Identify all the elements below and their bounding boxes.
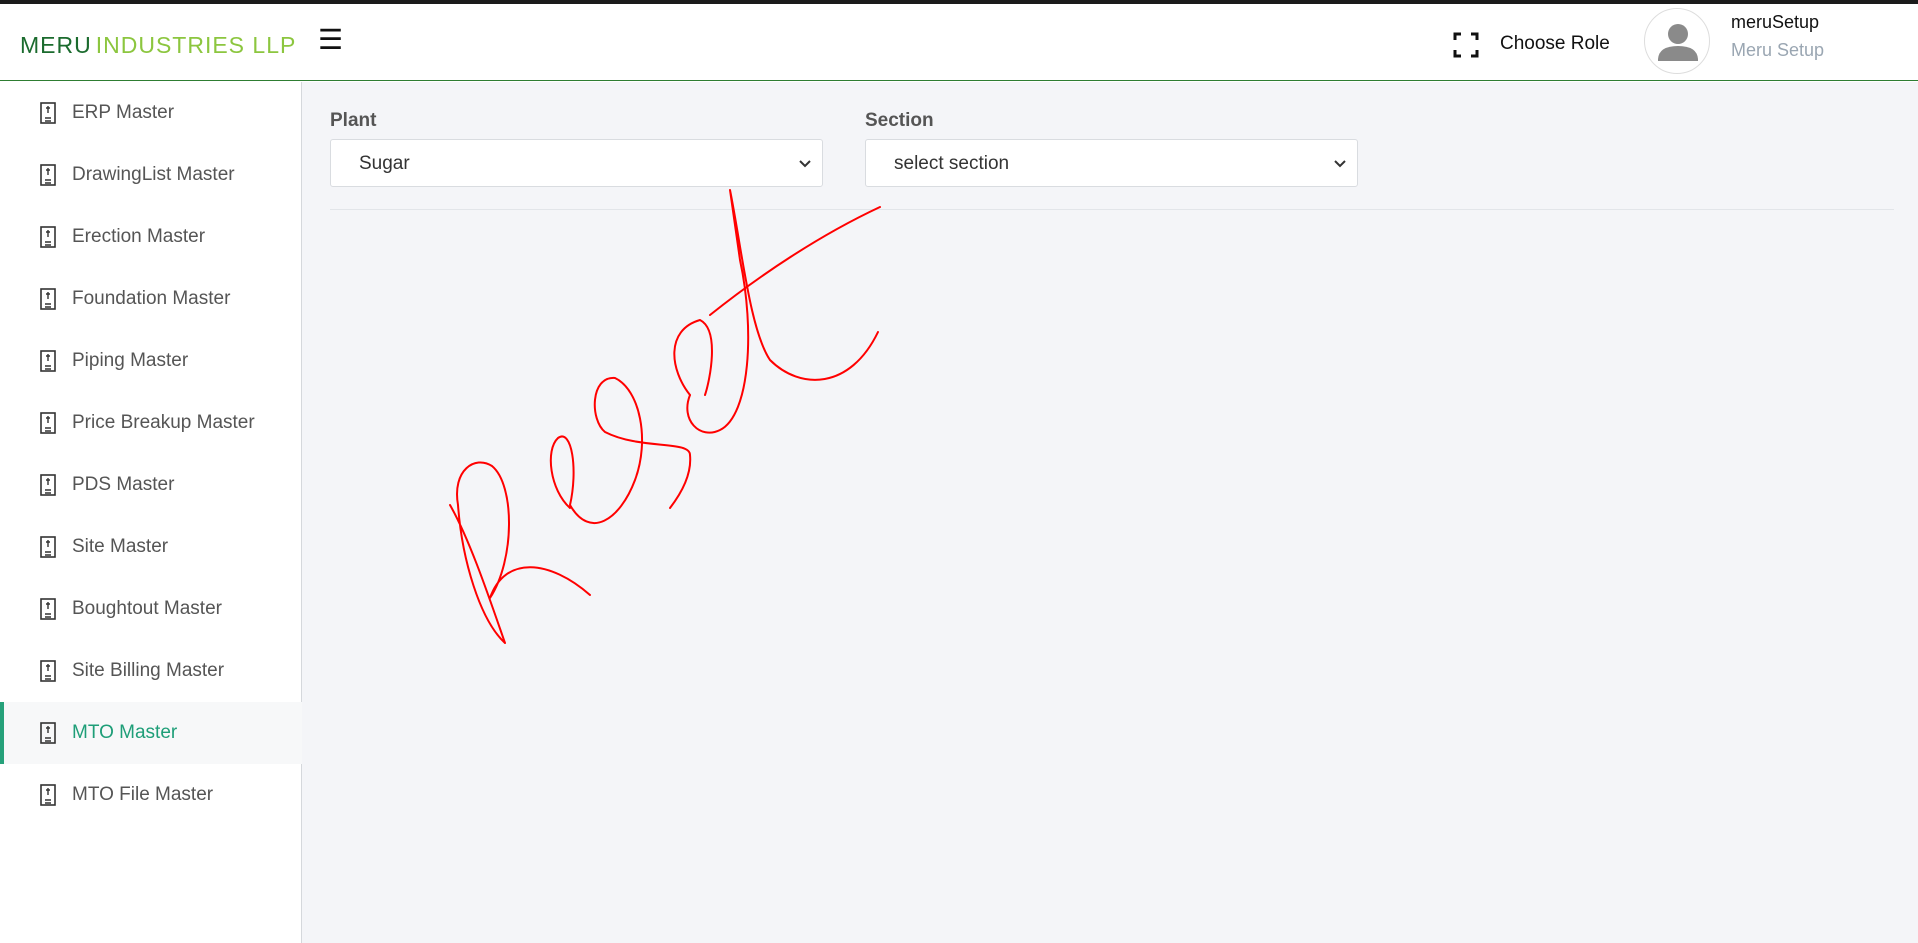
sidebar-item-label: Foundation Master	[72, 288, 231, 309]
document-icon	[40, 226, 56, 248]
sidebar-item-label: Piping Master	[72, 350, 189, 371]
sidebar-item-erp-master[interactable]: ERP Master	[0, 82, 302, 144]
sidebar-item-label: MTO File Master	[72, 784, 214, 805]
user-role: Meru Setup	[1731, 40, 1825, 60]
brand-logo[interactable]: MERU INDUSTRIES LLP	[20, 32, 296, 59]
sidebar-item-drawinglist-master[interactable]: DrawingList Master	[0, 144, 302, 206]
sidebar-item-piping-master[interactable]: Piping Master	[0, 330, 302, 392]
app-header: MERU INDUSTRIES LLP ☰ Choose Role meruSet…	[0, 4, 1918, 81]
plant-select[interactable]: Sugar	[330, 139, 823, 187]
sidebar-item-mto-file-master[interactable]: MTO File Master	[0, 764, 302, 826]
sidebar-item-pds-master[interactable]: PDS Master	[0, 454, 302, 516]
fullscreen-icon[interactable]	[1452, 31, 1480, 59]
sidebar-item-erection-master[interactable]: Erection Master	[0, 206, 302, 268]
document-icon	[40, 598, 56, 620]
document-icon	[40, 350, 56, 372]
document-icon	[40, 164, 56, 186]
sidebar-item-boughtout-master[interactable]: Boughtout Master	[0, 578, 302, 640]
sidebar-item-mto-master[interactable]: MTO Master	[0, 702, 302, 764]
sidebar-item-label: PDS Master	[72, 474, 175, 495]
sidebar-item-foundation-master[interactable]: Foundation Master	[0, 268, 302, 330]
document-icon	[40, 536, 56, 558]
sidebar-item-price-breakup-master[interactable]: Price Breakup Master	[0, 392, 302, 454]
section-select-value: select section	[894, 153, 1010, 174]
document-icon	[40, 784, 56, 806]
sidebar-item-label: ERP Master	[72, 102, 175, 123]
section-label: Section	[865, 110, 934, 131]
sidebar-item-label: MTO Master	[72, 722, 178, 743]
sidebar-item-label: Erection Master	[72, 226, 206, 247]
sidebar: ERP Master DrawingList Master Erection M…	[0, 82, 302, 943]
user-name[interactable]: meruSetup	[1731, 12, 1819, 33]
sidebar-item-site-master[interactable]: Site Master	[0, 516, 302, 578]
avatar[interactable]	[1644, 8, 1710, 74]
sidebar-item-label: Price Breakup Master	[72, 412, 255, 433]
chevron-down-icon	[799, 160, 811, 168]
brand-name-part2: INDUSTRIES LLP	[95, 32, 297, 58]
main-content: Plant Sugar Section select section	[302, 82, 1918, 943]
sidebar-item-label: Site Master	[72, 536, 169, 557]
document-icon	[40, 722, 56, 744]
document-icon	[40, 412, 56, 434]
hamburger-menu-icon[interactable]: ☰	[318, 26, 343, 54]
sidebar-item-label: DrawingList Master	[72, 164, 235, 185]
sidebar-item-site-billing-master[interactable]: Site Billing Master	[0, 640, 302, 702]
choose-role-button[interactable]: Choose Role	[1500, 33, 1610, 55]
section-select[interactable]: select section	[865, 139, 1358, 187]
document-icon	[40, 660, 56, 682]
brand-name-part1: MERU	[20, 32, 92, 58]
content-divider	[330, 209, 1894, 210]
sidebar-item-label: Boughtout Master	[72, 598, 222, 619]
chevron-down-icon	[1334, 160, 1346, 168]
document-icon	[40, 102, 56, 124]
plant-label: Plant	[330, 110, 377, 131]
sidebar-item-label: Site Billing Master	[72, 660, 225, 681]
user-avatar-icon	[1658, 24, 1698, 61]
plant-select-value: Sugar	[359, 153, 410, 174]
document-icon	[40, 288, 56, 310]
document-icon	[40, 474, 56, 496]
